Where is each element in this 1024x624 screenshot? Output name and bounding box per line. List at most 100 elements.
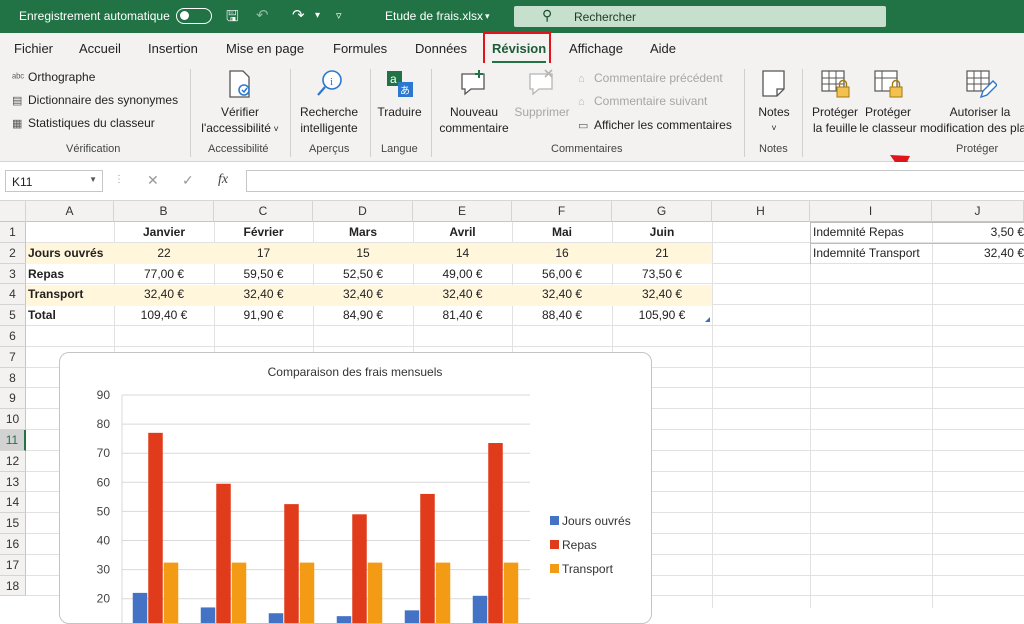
table-cell[interactable]: 56,00 € <box>512 264 612 284</box>
month-header[interactable]: Janvier <box>114 222 214 242</box>
table-cell[interactable]: 21 <box>612 243 712 263</box>
row-header[interactable]: 2 <box>0 242 26 264</box>
proteger-classeur-button[interactable]: Protéger le classeur <box>858 104 918 136</box>
row-header[interactable]: 7 <box>0 346 26 368</box>
orthographe-button[interactable]: ᵃᵇᶜ Orthographe <box>12 69 95 86</box>
column-header[interactable]: C <box>214 201 313 222</box>
row-header[interactable]: 16 <box>0 534 26 555</box>
row-header[interactable]: 13 <box>0 471 26 493</box>
table-cell[interactable]: 109,40 € <box>114 305 214 325</box>
column-chart[interactable]: Comparaison des frais mensuels 20 30 40 50 60… <box>59 352 652 624</box>
tab-formules[interactable]: Formules <box>333 41 387 56</box>
table-cell[interactable]: 32,40 € <box>214 284 313 304</box>
commentaire-suivant-button[interactable]: ⌂ Commentaire suivant <box>578 93 707 110</box>
table-cell[interactable]: 15 <box>313 243 413 263</box>
search-input[interactable]: ⚲ Rechercher <box>514 6 886 27</box>
enter-formula-icon[interactable]: ✓ <box>182 172 194 189</box>
table-cell[interactable]: 73,50 € <box>612 264 712 284</box>
row-header[interactable]: 10 <box>0 409 26 430</box>
supprimer-button[interactable]: Supprimer <box>512 104 572 120</box>
proteger-feuille-button[interactable]: Protéger la feuille <box>806 104 864 136</box>
undo-icon[interactable]: ↶ <box>256 6 269 24</box>
column-header[interactable]: J <box>932 201 1024 222</box>
tab-accueil[interactable]: Accueil <box>79 41 121 56</box>
row-header[interactable]: 8 <box>0 367 26 389</box>
autofill-handle[interactable] <box>705 317 710 322</box>
recherche-intelligente-button[interactable]: Recherche intelligente <box>294 104 364 136</box>
row-header[interactable]: 5 <box>0 305 26 326</box>
tab-insertion[interactable]: Insertion <box>148 41 198 56</box>
row-label[interactable]: Repas <box>28 264 64 284</box>
month-header[interactable]: Mai <box>512 222 612 242</box>
table-cell[interactable]: 32,40 € <box>413 284 512 304</box>
row-header[interactable]: 6 <box>0 326 26 347</box>
tab-aide[interactable]: Aide <box>650 41 676 56</box>
table-cell[interactable]: 88,40 € <box>512 305 612 325</box>
table-cell[interactable]: 32,40 € <box>512 284 612 304</box>
column-header[interactable]: D <box>313 201 413 222</box>
nouveau-commentaire-button[interactable]: Nouveau commentaire <box>434 104 514 136</box>
cancel-formula-icon[interactable]: ✕ <box>147 172 159 189</box>
select-all-corner[interactable] <box>0 201 26 222</box>
row-header[interactable]: 1 <box>0 222 26 243</box>
month-header[interactable]: Février <box>214 222 313 242</box>
column-header[interactable]: F <box>512 201 612 222</box>
table-cell[interactable]: 32,40 € <box>313 284 413 304</box>
autoriser-modification-button[interactable]: Autoriser la modification des pla <box>920 104 1024 136</box>
table-cell[interactable]: 16 <box>512 243 612 263</box>
tab-affichage[interactable]: Affichage <box>569 41 623 56</box>
month-header[interactable]: Avril <box>413 222 512 242</box>
row-header[interactable]: 3 <box>0 263 26 285</box>
traduire-button[interactable]: Traduire <box>372 104 427 120</box>
table-cell[interactable]: 32,40 € <box>612 284 712 304</box>
row-header[interactable]: 14 <box>0 492 26 514</box>
row-header[interactable]: 18 <box>0 575 26 597</box>
tab-fichier[interactable]: Fichier <box>14 41 53 56</box>
table-cell[interactable]: 14 <box>413 243 512 263</box>
table-cell[interactable]: 17 <box>214 243 313 263</box>
row-header[interactable]: 17 <box>0 554 26 576</box>
insert-function-icon[interactable]: fx <box>218 172 228 188</box>
tab-mise-en-page[interactable]: Mise en page <box>226 41 304 56</box>
notes-button[interactable]: Notes ˅ <box>750 104 798 136</box>
autosave-toggle[interactable] <box>176 8 212 24</box>
filename-dropdown-icon[interactable]: ▾ <box>485 11 490 22</box>
column-header[interactable]: B <box>114 201 214 222</box>
month-header[interactable]: Mars <box>313 222 413 242</box>
row-header[interactable]: 15 <box>0 513 26 534</box>
table-cell[interactable]: 52,50 € <box>313 264 413 284</box>
table-cell[interactable]: 59,50 € <box>214 264 313 284</box>
afficher-commentaires-button[interactable]: ▭ Afficher les commentaires <box>578 117 732 134</box>
table-cell[interactable]: 22 <box>114 243 214 263</box>
row-label[interactable]: Jours ouvrés <box>28 243 103 263</box>
row-header[interactable]: 11 <box>0 430 26 451</box>
formula-input[interactable] <box>246 170 1024 192</box>
column-header[interactable]: A <box>26 201 114 222</box>
row-header[interactable]: 9 <box>0 388 26 410</box>
row-header[interactable]: 4 <box>0 284 26 306</box>
row-header[interactable]: 12 <box>0 450 26 472</box>
save-icon[interactable]: 🖫 <box>226 6 239 31</box>
commentaire-precedent-button[interactable]: ⌂ Commentaire précédent <box>578 70 723 87</box>
column-header[interactable]: E <box>413 201 512 222</box>
table-cell[interactable]: 81,40 € <box>413 305 512 325</box>
month-header[interactable]: Juin <box>612 222 712 242</box>
table-cell[interactable]: 32,40 € <box>114 284 214 304</box>
redo-dropdown-icon[interactable]: ▾ <box>315 10 320 21</box>
tab-donnees[interactable]: Données <box>415 41 467 56</box>
table-cell[interactable]: 91,90 € <box>214 305 313 325</box>
verifier-accessibilite-button[interactable]: Vérifier l'accessibilité ˅ <box>199 104 281 137</box>
table-cell[interactable]: 77,00 € <box>114 264 214 284</box>
name-box[interactable]: K11 ▼ <box>5 170 103 192</box>
customize-toolbar-icon[interactable]: ▿ <box>336 9 342 22</box>
table-cell[interactable]: 49,00 € <box>413 264 512 284</box>
row-label[interactable]: Total <box>28 305 56 325</box>
column-header[interactable]: I <box>810 201 932 222</box>
synonymes-button[interactable]: ▤ Dictionnaire des synonymes <box>12 92 178 109</box>
table-cell[interactable]: 84,90 € <box>313 305 413 325</box>
column-header[interactable]: G <box>612 201 712 222</box>
row-label[interactable]: Transport <box>28 284 83 304</box>
redo-icon[interactable]: ↷ <box>292 6 305 24</box>
statistiques-button[interactable]: ▦ Statistiques du classeur <box>12 115 155 132</box>
column-header[interactable]: H <box>712 201 810 222</box>
